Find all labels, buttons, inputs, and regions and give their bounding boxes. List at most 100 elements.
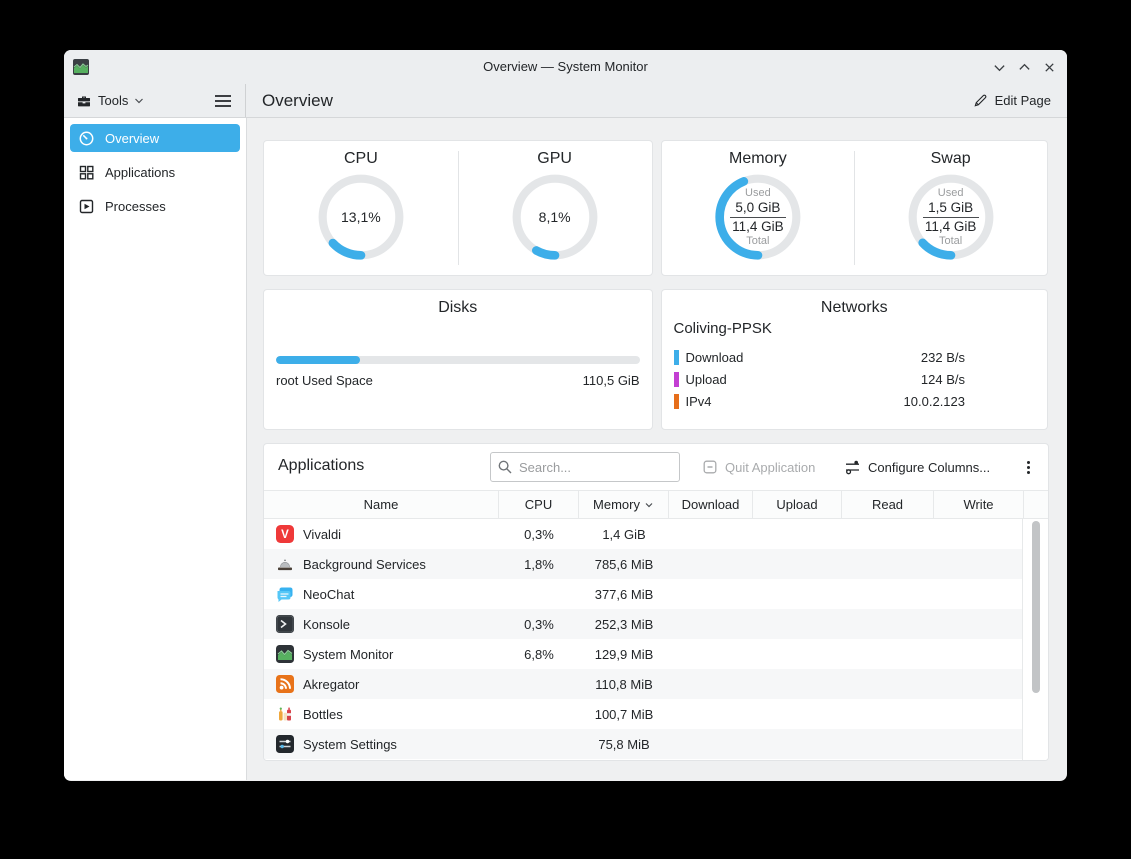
network-sensor-upload: Upload 124 B/s: [674, 368, 966, 390]
app-cpu: [499, 579, 579, 609]
quit-application-button[interactable]: Quit Application: [702, 452, 815, 482]
grid-icon: [78, 164, 95, 181]
quit-application-icon: [702, 459, 718, 475]
gauge-title: CPU: [344, 150, 378, 168]
app-name: Vivaldi: [303, 527, 341, 542]
search-field: [490, 452, 680, 482]
used-label: Used: [745, 187, 771, 200]
disk-usage-bar: [276, 356, 640, 364]
network-interface-name: Coliving-PPSK: [674, 320, 772, 337]
memory-swap-card: Memory Used 5,0 GiB 11,4 GiB Total Swap: [661, 140, 1049, 276]
gauge-title: Memory: [729, 150, 787, 168]
application-row[interactable]: Background Services 1,8% 785,6 MiB: [264, 549, 1024, 579]
app-name: Background Services: [303, 557, 426, 572]
column-header-memory[interactable]: Memory: [579, 491, 669, 518]
bottles-icon: [276, 705, 294, 723]
application-row[interactable]: System Monitor 6,8% 129,9 MiB: [264, 639, 1024, 669]
networks-card: Networks Coliving-PPSK Download 232 B/s …: [661, 289, 1049, 430]
titlebar[interactable]: Overview — System Monitor: [64, 50, 1067, 84]
app-name: Konsole: [303, 617, 350, 632]
app-memory: 100,7 MiB: [579, 699, 669, 729]
sidebar-item-processes[interactable]: Processes: [70, 192, 240, 220]
application-row[interactable]: System Settings 75,8 MiB: [264, 729, 1024, 759]
application-row[interactable]: VVivaldi 0,3% 1,4 GiB: [264, 519, 1024, 549]
sidebar-item-overview[interactable]: Overview: [70, 124, 240, 152]
configure-columns-icon: [844, 459, 861, 476]
disk-usage-row: root Used Space 110,5 GiB: [276, 356, 640, 388]
gauge-value: 13,1%: [341, 209, 381, 225]
total-label: Total: [746, 235, 769, 248]
memory-gauge: Memory Used 5,0 GiB 11,4 GiB Total: [662, 141, 855, 275]
network-sensor-ipv4: IPv4 10.0.2.123: [674, 390, 966, 412]
app-cpu: [499, 699, 579, 729]
applications-card: Applications Quit Application Configure …: [263, 443, 1049, 761]
app-memory: 110,8 MiB: [579, 669, 669, 699]
used-label: Used: [938, 187, 964, 200]
gauge-value: 8,1%: [539, 209, 571, 225]
app-cpu: 6,8%: [499, 639, 579, 669]
sensor-label: Download: [686, 350, 744, 365]
column-header-name[interactable]: Name: [264, 491, 499, 518]
application-row[interactable]: Bottles 100,7 MiB: [264, 699, 1024, 729]
sensor-label: IPv4: [686, 394, 712, 409]
sidebar-item-label: Applications: [105, 165, 175, 180]
app-icon: [73, 59, 89, 75]
app-memory: 252,3 MiB: [579, 609, 669, 639]
toolbox-icon: [76, 93, 92, 109]
system-monitor-icon: [276, 645, 294, 663]
close-button[interactable]: [1041, 59, 1057, 75]
app-memory: 129,9 MiB: [579, 639, 669, 669]
app-memory: 377,6 MiB: [579, 579, 669, 609]
column-header-write[interactable]: Write: [934, 491, 1024, 518]
column-header-upload[interactable]: Upload: [753, 491, 842, 518]
system-settings-icon: [276, 735, 294, 753]
app-name: Akregator: [303, 677, 359, 692]
cpu-gauge: CPU 13,1%: [264, 141, 458, 275]
app-cpu: [499, 669, 579, 699]
app-memory: 75,8 MiB: [579, 729, 669, 759]
column-header-read[interactable]: Read: [842, 491, 934, 518]
sensor-value: 232 B/s: [921, 350, 965, 365]
gauge-title: GPU: [537, 150, 572, 168]
sensor-value: 124 B/s: [921, 372, 965, 387]
window-title: Overview — System Monitor: [64, 50, 1067, 84]
tools-label: Tools: [98, 93, 128, 108]
minimize-button[interactable]: [991, 59, 1007, 75]
applications-heading: Applications: [278, 457, 364, 475]
application-row[interactable]: Akregator 110,8 MiB: [264, 669, 1024, 699]
disk-value: 110,5 GiB: [583, 373, 640, 388]
swap-gauge: Swap Used 1,5 GiB 11,4 GiB Total: [854, 141, 1047, 275]
sidebar-item-applications[interactable]: Applications: [70, 158, 240, 186]
app-name: System Monitor: [303, 647, 393, 662]
overview-page: CPU 13,1% GPU 8,1% Memory: [247, 118, 1067, 780]
search-icon: [497, 459, 513, 475]
services-icon: [276, 555, 294, 573]
app-cpu: [499, 729, 579, 759]
column-header-cpu[interactable]: CPU: [499, 491, 579, 518]
application-row[interactable]: NeoChat 377,6 MiB: [264, 579, 1024, 609]
edit-page-button[interactable]: Edit Page: [973, 93, 1051, 108]
configure-columns-label: Configure Columns...: [868, 460, 990, 475]
app-name: NeoChat: [303, 587, 354, 602]
tools-menu-button[interactable]: Tools: [76, 93, 144, 109]
configure-columns-button[interactable]: Configure Columns...: [844, 452, 990, 482]
sensor-color-chip: [674, 394, 679, 409]
overflow-menu-button[interactable]: [1021, 457, 1035, 477]
application-row[interactable]: Konsole 0,3% 252,3 MiB: [264, 609, 1024, 639]
column-header-download[interactable]: Download: [669, 491, 753, 518]
app-cpu: 1,8%: [499, 549, 579, 579]
table-scrollbar-thumb[interactable]: [1032, 521, 1040, 693]
sidebar-item-label: Overview: [105, 131, 159, 146]
table-scrollbar-track[interactable]: [1022, 519, 1048, 761]
maximize-button[interactable]: [1016, 59, 1032, 75]
app-memory: 785,6 MiB: [579, 549, 669, 579]
header-band: Tools Overview Edit Page: [64, 84, 1067, 118]
total-value: 11,4 GiB: [732, 219, 784, 235]
sort-descending-icon: [644, 500, 654, 510]
system-monitor-window: Overview — System Monitor Tools: [64, 50, 1067, 781]
search-input[interactable]: [490, 452, 680, 482]
app-name: System Settings: [303, 737, 397, 752]
hamburger-menu-icon[interactable]: [214, 94, 232, 108]
total-label: Total: [939, 235, 962, 248]
sidebar-item-label: Processes: [105, 199, 166, 214]
